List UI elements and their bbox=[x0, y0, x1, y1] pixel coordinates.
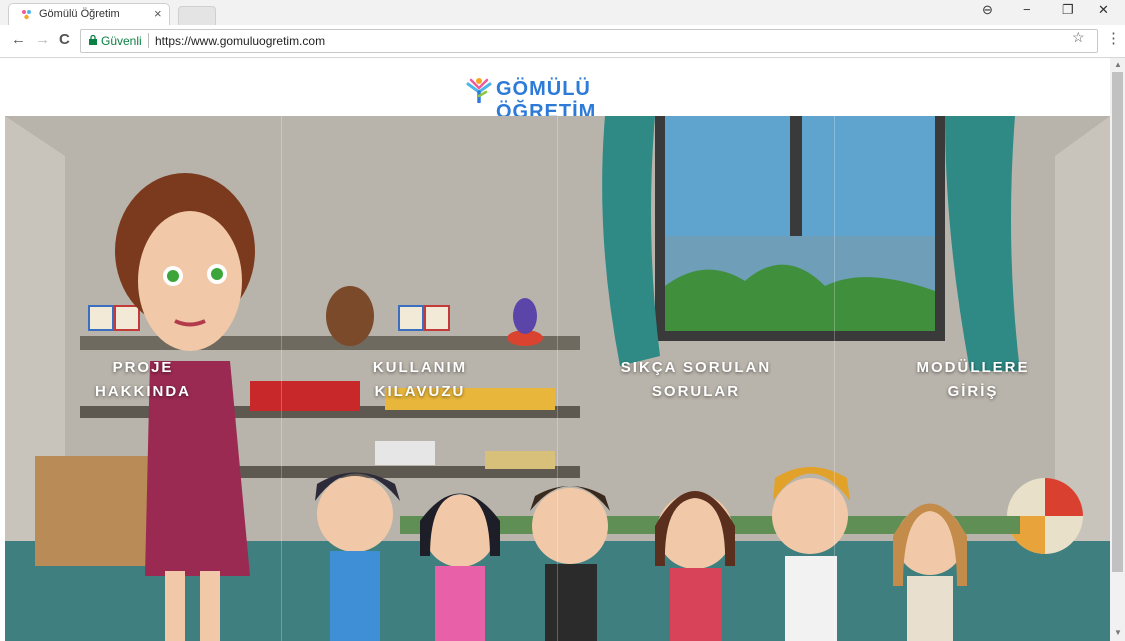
web-page: GÖMÜLÜ ÖĞRETİM PROJE HAKKINDA KULLANIM K… bbox=[0, 58, 1110, 641]
panel-label: PROJE HAKKINDA bbox=[95, 359, 191, 400]
forward-button[interactable]: → bbox=[35, 31, 50, 48]
logo-mark-icon bbox=[466, 78, 492, 103]
panel-label: SIKÇA SORULAN SORULAR bbox=[620, 359, 772, 400]
url-text[interactable]: https://www.gomuluogretim.com bbox=[155, 34, 325, 48]
secure-label: Güvenli bbox=[101, 34, 142, 48]
hero-banner: PROJE HAKKINDA KULLANIM KILAVUZU SIKÇA S… bbox=[5, 116, 1110, 641]
browser-tab[interactable]: Gömülü Öğretim × bbox=[8, 3, 170, 26]
site-favicon-icon bbox=[22, 10, 31, 20]
bookmark-star-icon[interactable]: ☆ bbox=[1072, 29, 1085, 46]
close-window-button[interactable]: ✕ bbox=[1098, 2, 1109, 18]
panel-label: KULLANIM KILAVUZU bbox=[372, 359, 468, 400]
tab-close-button[interactable]: × bbox=[154, 6, 162, 21]
tab-strip: Gömülü Öğretim × ⊖ − ❐ ✕ bbox=[0, 0, 1125, 26]
scroll-up-arrow-icon[interactable]: ▲ bbox=[1114, 60, 1122, 69]
browser-toolbar: ← → C Güvenli https://www.gomuluogretim.… bbox=[0, 25, 1125, 58]
profile-icon[interactable]: ⊖ bbox=[982, 2, 993, 18]
reload-button[interactable]: C bbox=[59, 31, 70, 48]
minimize-button[interactable]: − bbox=[1023, 2, 1031, 17]
panel-sikca-sorulan-sorular[interactable]: SIKÇA SORULAN SORULAR bbox=[558, 116, 834, 641]
tab-title: Gömülü Öğretim bbox=[39, 8, 120, 20]
site-logo[interactable]: GÖMÜLÜ ÖĞRETİM bbox=[466, 76, 656, 123]
page-scrollbar[interactable]: ▲ ▼ bbox=[1110, 58, 1125, 641]
scroll-thumb[interactable] bbox=[1112, 72, 1123, 572]
address-bar[interactable]: Güvenli https://www.gomuluogretim.com bbox=[80, 29, 1098, 53]
browser-menu-icon[interactable]: ⋮ bbox=[1106, 29, 1121, 47]
panel-kullanim-kilavuzu[interactable]: KULLANIM KILAVUZU bbox=[282, 116, 558, 641]
panel-proje-hakkinda[interactable]: PROJE HAKKINDA bbox=[5, 116, 281, 641]
new-tab-button[interactable] bbox=[178, 6, 216, 26]
lock-icon bbox=[89, 35, 97, 45]
panel-modullere-giris[interactable]: MODÜLLERE GİRİŞ bbox=[835, 116, 1110, 641]
scroll-down-arrow-icon[interactable]: ▼ bbox=[1114, 628, 1122, 637]
address-separator bbox=[148, 33, 149, 48]
back-button[interactable]: ← bbox=[11, 31, 26, 48]
panel-label: MODÜLLERE GİRİŞ bbox=[916, 359, 1030, 400]
restore-button[interactable]: ❐ bbox=[1062, 2, 1074, 18]
